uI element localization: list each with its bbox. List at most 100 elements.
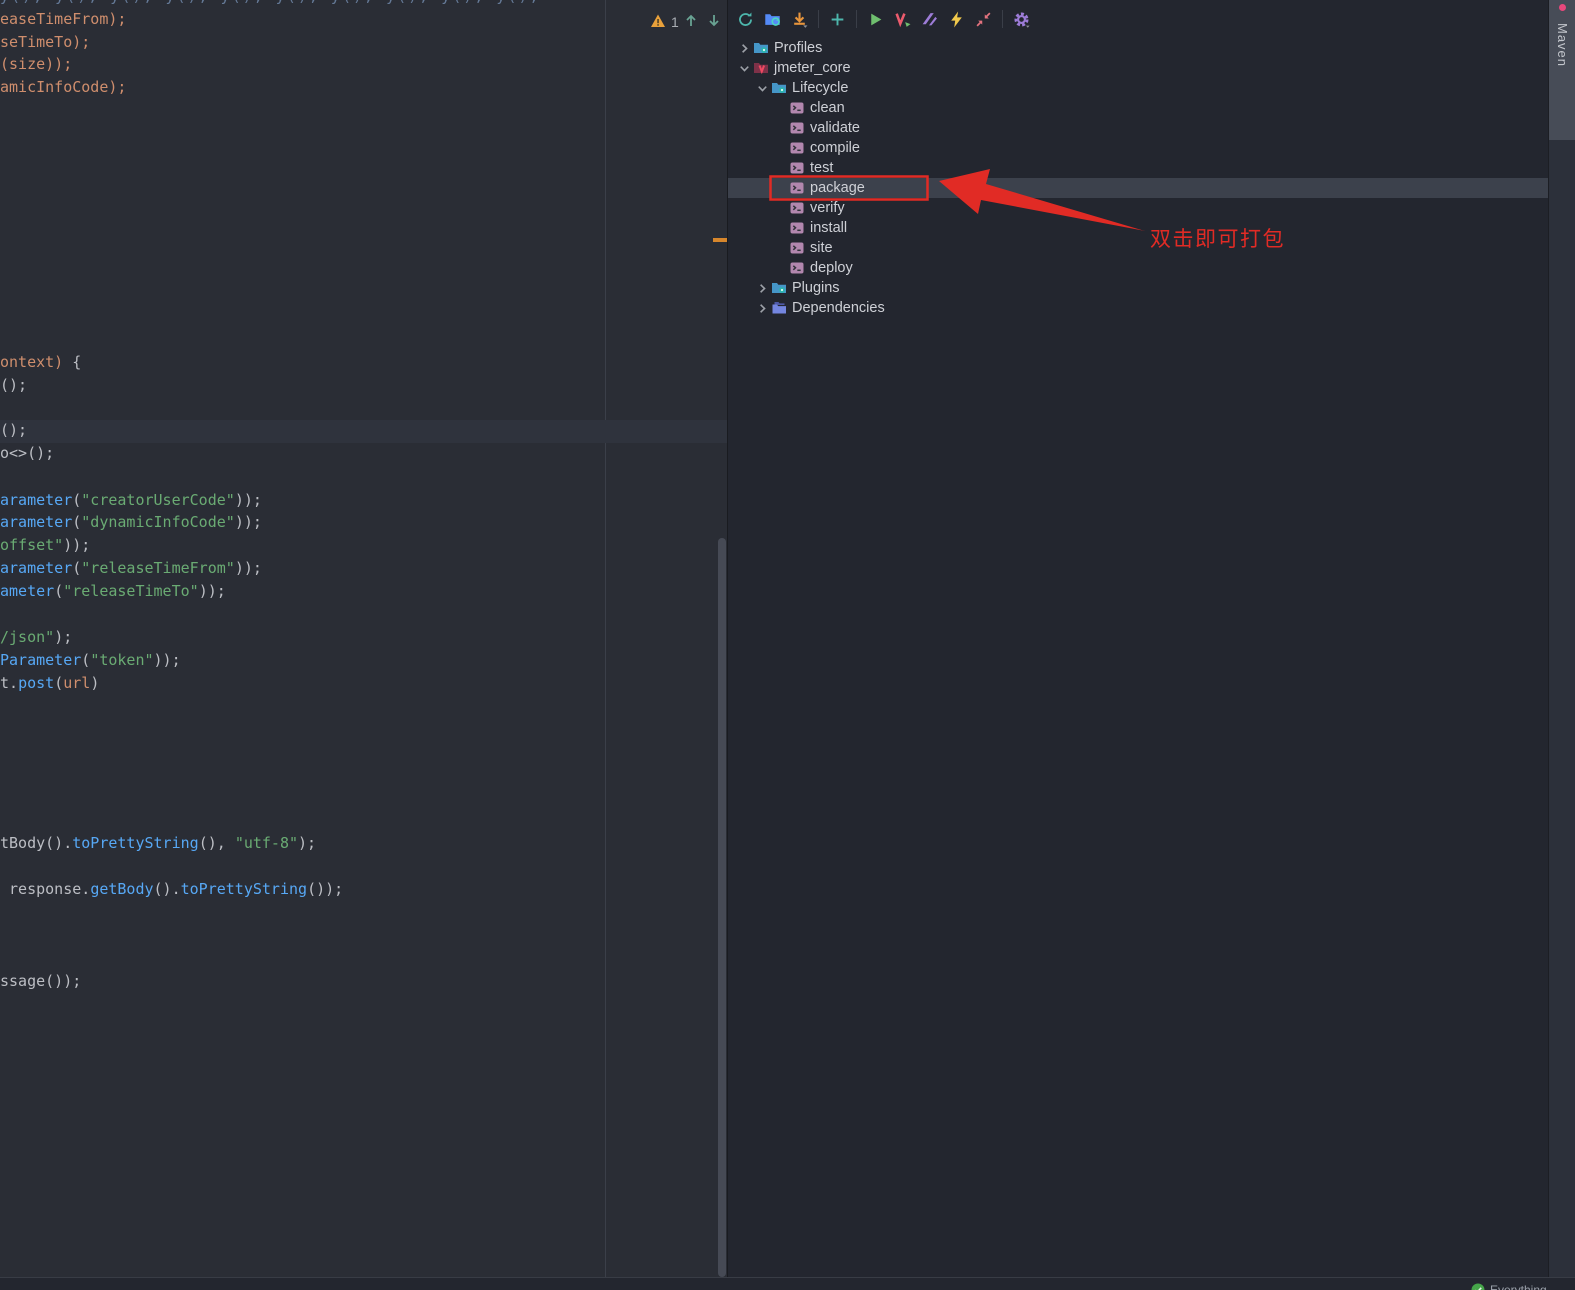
toggle-offline-mode-button[interactable] (943, 6, 970, 32)
folder-refresh-icon (764, 11, 781, 28)
next-warning-arrow-down-icon[interactable] (707, 13, 721, 31)
tree-item-install[interactable]: install (728, 218, 1548, 238)
maven-settings-button[interactable] (1008, 6, 1035, 32)
tree-item-clean[interactable]: clean (728, 98, 1548, 118)
code-segment: t. (0, 674, 19, 692)
code-line: arameter("releaseTimeFrom")); (0, 557, 262, 579)
tree-item-deploy[interactable]: deploy (728, 258, 1548, 278)
code-segment: ()); (307, 880, 344, 898)
code-segment: ontext) (0, 353, 73, 371)
tree-item-label: validate (810, 120, 860, 136)
tree-item-label: compile (810, 140, 860, 156)
goal-icon (789, 200, 806, 216)
code-segment: toPrettyString (180, 880, 308, 898)
code-segment: offset" (0, 536, 64, 554)
maven-goal-icon (894, 11, 911, 28)
reload-all-maven-projects-button[interactable] (732, 6, 759, 32)
code-segment: ); (54, 628, 73, 646)
execute-maven-goal-button[interactable] (889, 6, 916, 32)
code-line: offset")); (0, 534, 90, 556)
code-segment: )); (234, 491, 262, 509)
code-segment: ( (54, 674, 64, 692)
status-text-clipped: Everything (1490, 1283, 1547, 1290)
chevron-down-icon[interactable] (736, 60, 753, 76)
code-segment: "token" (90, 651, 154, 669)
download-sources-docs-button[interactable] (786, 6, 813, 32)
tree-item-label: clean (810, 100, 845, 116)
tree-item-profiles[interactable]: Profiles (728, 38, 1548, 58)
code-line: amicInfoCode); (0, 76, 126, 98)
generate-sources-folders-button[interactable] (759, 6, 786, 32)
chevron-right-icon[interactable] (736, 40, 753, 56)
code-segment: toPrettyString (72, 834, 199, 852)
chevron-right-icon[interactable] (754, 300, 771, 316)
editor-scrollbar-thumb[interactable] (718, 538, 726, 1277)
add-maven-project-button[interactable] (824, 6, 851, 32)
notification-dot (1559, 4, 1566, 11)
inspections-widget[interactable]: 1 (650, 11, 721, 33)
tree-item-dependencies[interactable]: Dependencies (728, 298, 1548, 318)
run-maven-build-button[interactable] (862, 6, 889, 32)
code-segment: { (72, 353, 82, 371)
ide-window: y(); y(); y(); y(); y(); y(); y(); y(); … (0, 0, 1575, 1290)
goal-icon (789, 260, 806, 276)
code-segment: post (18, 674, 55, 692)
tree-item-label: test (810, 160, 834, 176)
warning-triangle-icon (650, 13, 666, 32)
chevron-down-icon[interactable] (754, 80, 771, 96)
code-segment: getBody (90, 880, 154, 898)
prev-warning-arrow-up-icon[interactable] (684, 13, 698, 31)
maven-tab[interactable]: Maven (1549, 0, 1575, 140)
code-segment: ( (81, 651, 91, 669)
code-segment: (), (198, 834, 235, 852)
code-segment: "releaseTimeFrom" (81, 559, 235, 577)
chevron-right-icon[interactable] (754, 280, 771, 296)
library-icon (771, 300, 788, 316)
code-line: (size)); (0, 53, 72, 75)
goal-icon (789, 120, 806, 136)
tree-item-label: jmeter_core (774, 60, 851, 76)
tree-item-lifecycle[interactable]: Lifecycle (728, 78, 1548, 98)
maven-module-icon (753, 60, 770, 76)
tree-item-validate[interactable]: validate (728, 118, 1548, 138)
code-line: ssage()); (0, 970, 81, 992)
play-icon (867, 11, 884, 28)
code-line: Parameter("token")); (0, 649, 181, 671)
maven-tool-window: Profiles jmeter_core Lifecycle clean validat… (727, 0, 1548, 1277)
code-line: ameter("releaseTimeTo")); (0, 580, 226, 602)
code-segment: "dynamicInfoCode" (81, 513, 235, 531)
code-segment: ); (298, 834, 317, 852)
code-segment: )); (63, 536, 91, 554)
tree-item-test[interactable]: test (728, 158, 1548, 178)
lightning-icon (948, 11, 965, 28)
download-icon (791, 11, 808, 28)
refresh-icon (737, 11, 754, 28)
code-editor[interactable]: y(); y(); y(); y(); y(); y(); y(); y(); … (0, 0, 727, 1277)
tree-item-verify[interactable]: verify (728, 198, 1548, 218)
code-segment: easeTimeFrom); (0, 10, 127, 28)
code-segment: "releaseTimeTo" (63, 582, 199, 600)
warning-count: 1 (671, 14, 679, 30)
tree-item-compile[interactable]: compile (728, 138, 1548, 158)
toggle-skip-tests-button[interactable] (916, 6, 943, 32)
gear-icon (1013, 11, 1030, 28)
tree-item-site[interactable]: site (728, 238, 1548, 258)
tree-item-plugins[interactable]: Plugins (728, 278, 1548, 298)
code-segment: o<>(); (0, 444, 55, 462)
tree-item-jmeter_core[interactable]: jmeter_core (728, 58, 1548, 78)
tree-item-package[interactable]: package (728, 178, 1548, 198)
collapse-all-button[interactable] (970, 6, 997, 32)
code-line: arameter("creatorUserCode")); (0, 489, 262, 511)
code-segment: response. (0, 880, 91, 898)
tree-item-label: Lifecycle (792, 80, 849, 96)
code-segment: ( (72, 513, 82, 531)
code-segment: (); (0, 421, 28, 439)
code-segment: "creatorUserCode" (81, 491, 235, 509)
code-segment: )); (198, 582, 226, 600)
